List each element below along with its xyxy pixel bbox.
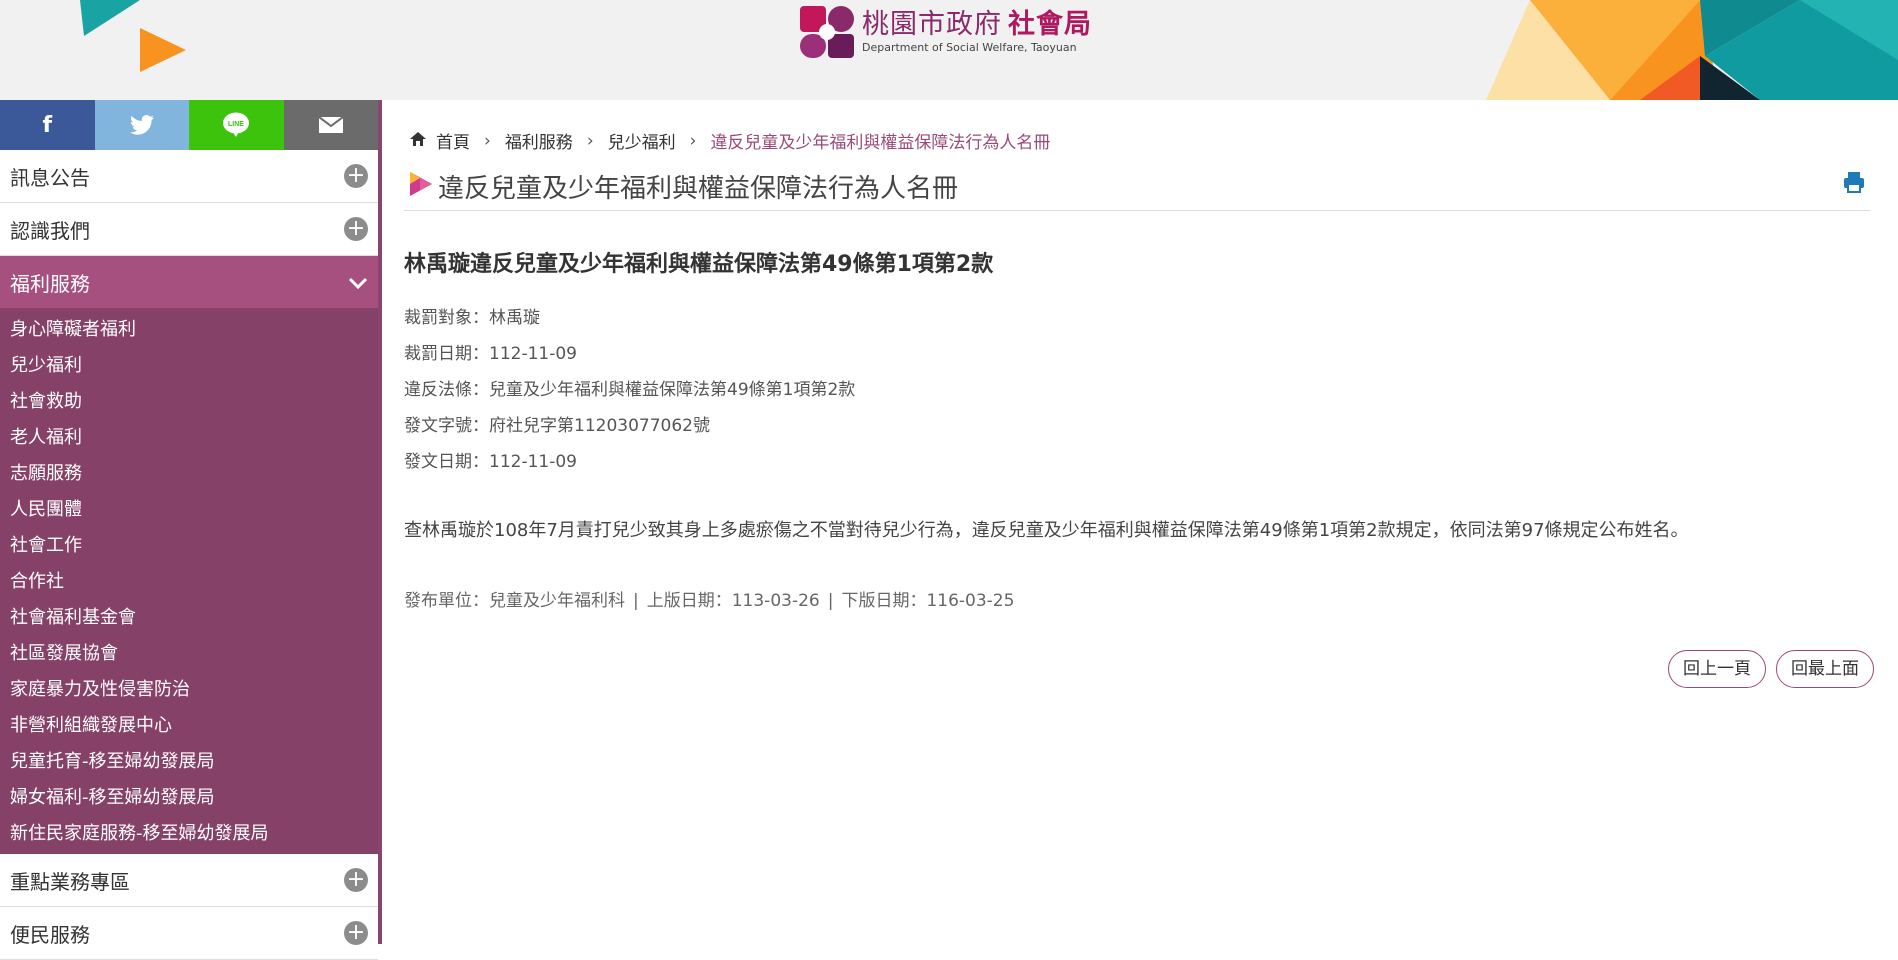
meta-issue-date: 發文日期：112-11-09 (404, 452, 577, 472)
taoyuan-emblem-icon (800, 6, 854, 58)
publisher: 發布單位：兒童及少年福利科 (404, 591, 625, 611)
svg-text:LINE: LINE (228, 121, 244, 128)
expand-plus-icon[interactable]: + (344, 164, 368, 188)
line-share-button[interactable]: LINE (189, 100, 284, 150)
share-bar: f LINE (0, 100, 378, 150)
submenu-item[interactable]: 合作社 (0, 564, 378, 600)
submenu-item[interactable]: 社會工作 (0, 528, 378, 564)
breadcrumb: 首頁 › 福利服務 › 兒少福利 › 違反兒童及少年福利與權益保障法行為人名冊 (410, 128, 1050, 153)
menu-section-about[interactable]: 認識我們 + (0, 203, 378, 256)
online-date: 上版日期：113-03-26 (646, 591, 820, 611)
chevron-down-icon[interactable] (348, 270, 368, 294)
submenu-item[interactable]: 家庭暴力及性侵害防治 (0, 672, 378, 708)
breadcrumb-level1[interactable]: 福利服務 (505, 128, 573, 153)
site-title-cn: 桃園市政府 社會局 (862, 9, 1092, 40)
menu-section-welfare[interactable]: 福利服務 (0, 256, 378, 308)
print-icon[interactable] (1842, 170, 1866, 194)
expand-plus-icon[interactable]: + (344, 921, 368, 945)
article-footer-info: 發布單位：兒童及少年福利科 | 上版日期：113-03-26 | 下版日期：116-03… (404, 586, 1014, 611)
meta-target: 裁罰對象：林禹璇 (404, 308, 540, 328)
page-nav-buttons: 回上一頁 回最上面 (1668, 650, 1874, 688)
breadcrumb-chevron-icon: › (484, 130, 491, 151)
meta-law: 違反法條：兒童及少年福利與權益保障法第49條第1項第2款 (404, 380, 856, 400)
submenu-item[interactable]: 社會救助 (0, 384, 378, 420)
submenu-item[interactable]: 新住民家庭服務-移至婦幼發展局 (0, 816, 378, 852)
submenu-item[interactable]: 兒少福利 (0, 348, 378, 384)
submenu-item[interactable]: 社會福利基金會 (0, 600, 378, 636)
breadcrumb-current[interactable]: 違反兒童及少年福利與權益保障法行為人名冊 (710, 128, 1050, 153)
breadcrumb-chevron-icon: › (586, 130, 594, 151)
mail-share-button[interactable] (283, 100, 378, 150)
submenu-item[interactable]: 兒童托育-移至婦幼發展局 (0, 744, 378, 780)
submenu-item[interactable]: 身心障礙者福利 (0, 312, 378, 348)
expand-plus-icon[interactable]: + (344, 217, 368, 241)
offline-date: 下版日期：116-03-25 (841, 591, 1015, 611)
menu-section-label: 訊息公告 (10, 165, 90, 190)
article-title: 林禹璇違反兒童及少年福利與權益保障法第49條第1項第2款 (404, 252, 994, 277)
breadcrumb-home[interactable]: 首頁 (436, 128, 470, 153)
expand-plus-icon[interactable]: + (344, 868, 368, 892)
home-icon[interactable] (410, 131, 426, 150)
article-meta: 裁罰對象：林禹璇 裁罰日期：112-11-09 違反法條：兒童及少年福利與權益保… (404, 300, 855, 480)
site-title-en: Department of Social Welfare, Taoyuan (862, 41, 1077, 54)
site-header: 桃園市政府 社會局 Department of Social Welfare, T… (0, 0, 1898, 100)
submenu-item[interactable]: 志願服務 (0, 456, 378, 492)
meta-doc-number: 發文字號：府社兒字第11203077062號 (404, 416, 710, 436)
submenu-item[interactable]: 老人福利 (0, 420, 378, 456)
sidebar: f LINE 訊息公告 + 認識我們 + 福利服務 身心障礙者福利 兒少福利 社… (0, 100, 378, 960)
meta-penalty-date: 裁罰日期：112-11-09 (404, 344, 577, 364)
menu-section-news[interactable]: 訊息公告 + (0, 150, 378, 203)
play-arrow-icon (410, 172, 432, 196)
back-to-top-button[interactable]: 回最上面 (1776, 650, 1874, 688)
twitter-share-button[interactable] (94, 100, 189, 150)
submenu-item[interactable]: 人民團體 (0, 492, 378, 528)
menu-section-label: 福利服務 (10, 271, 90, 296)
breadcrumb-chevron-icon: › (689, 130, 697, 151)
facebook-share-button[interactable]: f (0, 100, 95, 150)
menu-section-public-service[interactable]: 便民服務 + (0, 907, 378, 960)
submenu-item[interactable]: 社區發展協會 (0, 636, 378, 672)
site-logo[interactable]: 桃園市政府 社會局 Department of Social Welfare, T… (798, 4, 1092, 60)
menu-section-label: 重點業務專區 (10, 869, 130, 894)
submenu-item[interactable]: 非營利組織發展中心 (0, 708, 378, 744)
breadcrumb-level2[interactable]: 兒少福利 (608, 128, 676, 153)
mail-icon (318, 117, 343, 133)
twitter-icon (129, 115, 154, 135)
menu-section-label: 認識我們 (10, 218, 90, 243)
welfare-submenu: 身心障礙者福利 兒少福利 社會救助 老人福利 志願服務 人民團體 社會工作 合作… (0, 308, 378, 854)
page-title-bar: 違反兒童及少年福利與權益保障法行為人名冊 (404, 164, 1870, 211)
article-body: 查林禹璇於108年7月責打兒少致其身上多處瘀傷之不當對待兒少行為，違反兒童及少年… (404, 520, 1689, 541)
menu-section-label: 便民服務 (10, 922, 90, 947)
submenu-item[interactable]: 婦女福利-移至婦幼發展局 (0, 780, 378, 816)
line-icon: LINE (223, 112, 250, 137)
facebook-icon: f (42, 112, 53, 138)
menu-section-key-business[interactable]: 重點業務專區 + (0, 854, 378, 907)
sidebar-divider (378, 100, 382, 944)
back-button[interactable]: 回上一頁 (1668, 650, 1766, 688)
page-title: 違反兒童及少年福利與權益保障法行為人名冊 (438, 174, 959, 204)
separator: | (827, 591, 834, 611)
separator: | (633, 591, 639, 611)
